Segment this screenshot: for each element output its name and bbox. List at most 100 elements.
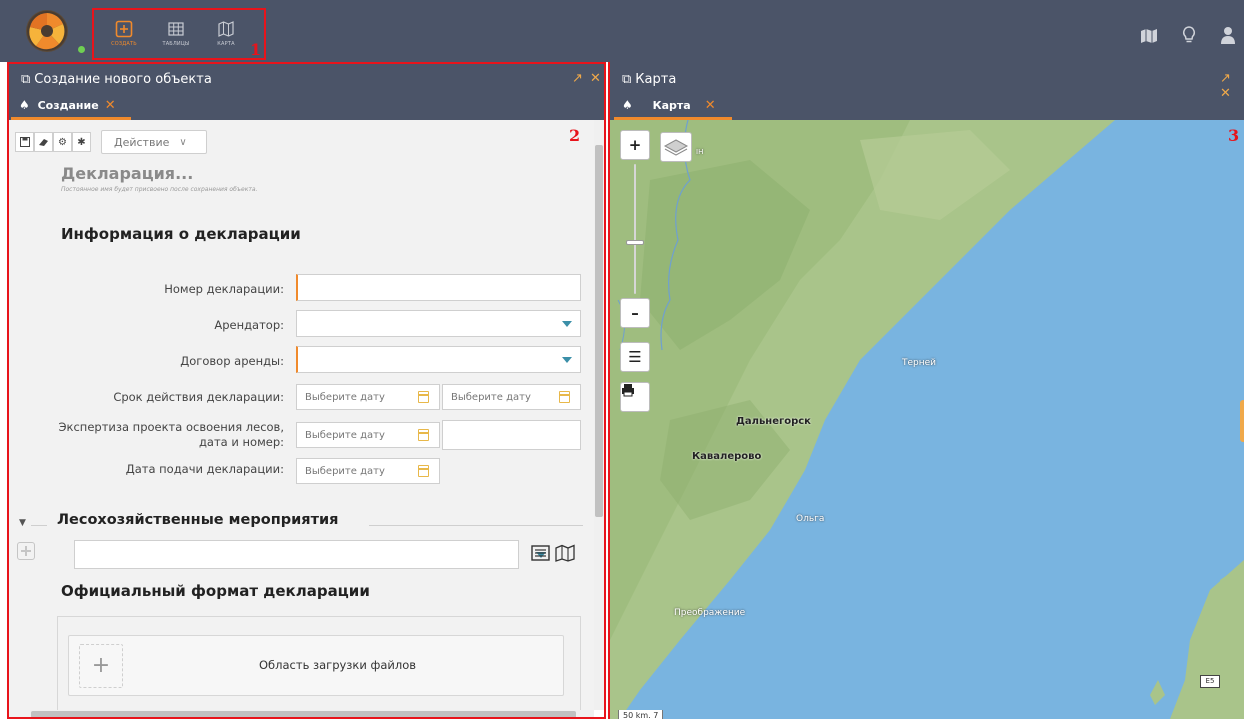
calendar-icon[interactable]: [418, 391, 429, 403]
print-button[interactable]: [620, 382, 650, 412]
map-book-icon[interactable]: [1140, 28, 1158, 44]
nav-map-label: КАРТА: [217, 41, 235, 47]
table-icon: [168, 22, 184, 36]
date-placeholder: Выберите дату: [451, 392, 531, 403]
section-official-format: Официальный формат декларации: [61, 582, 370, 600]
nav-tables-label: ТАБЛИЦЫ: [162, 41, 190, 47]
expertise-label: Экспертиза проекта освоения лесов, дата …: [29, 420, 285, 450]
collapse-toggle-icon[interactable]: ▼: [19, 518, 26, 528]
menu-icon: ☰: [628, 348, 642, 366]
calendar-icon[interactable]: [559, 391, 570, 403]
map-scale: 50 km. 7: [618, 710, 664, 719]
tab-map[interactable]: ♠ Карта ✕: [614, 94, 732, 120]
tab-create-label: Создание: [37, 99, 99, 112]
calendar-icon[interactable]: [418, 429, 429, 441]
plus-square-icon: [115, 20, 133, 38]
add-activity-button[interactable]: [17, 542, 35, 560]
tenant-select[interactable]: [296, 310, 581, 337]
logo-icon: [27, 11, 67, 51]
expand-icon[interactable]: ↗: [1220, 71, 1231, 86]
scrollbar-thumb[interactable]: [595, 145, 603, 517]
close-icon[interactable]: ✕: [1220, 86, 1231, 101]
zoom-slider-handle[interactable]: [626, 240, 644, 245]
right-panel-controls: ↗ ✕: [1220, 71, 1244, 101]
eraser-icon: [39, 139, 48, 146]
gears-icon: ⚙: [58, 136, 67, 148]
fieldset-line: [31, 525, 47, 526]
tab-group-icon: ♠: [19, 98, 30, 112]
date-placeholder: Выберите дату: [305, 430, 385, 441]
close-icon[interactable]: ✕: [590, 71, 601, 86]
validity-end-date[interactable]: Выберите дату: [442, 384, 581, 410]
lease-label: Договор аренды:: [180, 354, 284, 368]
file-dropzone[interactable]: + Область загрузки файлов: [68, 635, 564, 696]
expertise-label-line1: Экспертиза проекта освоения лесов,: [58, 420, 285, 434]
layers-button[interactable]: [660, 132, 692, 162]
advanced-settings-button[interactable]: ⚙: [53, 132, 72, 152]
window-icon: ⧉: [21, 72, 31, 87]
form-toolbar: ⚙ ✱ Действие ∨: [15, 130, 207, 154]
save-button[interactable]: [15, 132, 34, 152]
zoom-in-button[interactable]: +: [620, 130, 650, 160]
nav-map[interactable]: КАРТА: [200, 20, 252, 47]
expertise-number-input[interactable]: [442, 420, 581, 450]
user-icon[interactable]: [1220, 26, 1236, 44]
vertical-scrollbar[interactable]: [594, 120, 604, 710]
dropdown-arrow-icon: [562, 357, 572, 363]
scrollbar-thumb[interactable]: [31, 711, 576, 718]
section-forest-activities: Лесохозяйственные мероприятия: [53, 512, 343, 528]
upload-plus-icon[interactable]: +: [79, 644, 123, 688]
left-panel-header: ⧉ Создание нового объекта ↗ ✕ ♠ Создание ✕: [7, 62, 606, 120]
city-olga: Ольга: [796, 514, 825, 524]
tab-close-icon[interactable]: ✕: [705, 98, 716, 113]
horizontal-scrollbar[interactable]: [9, 710, 594, 719]
upload-container: + Область загрузки файлов: [57, 616, 581, 710]
declaration-number-input[interactable]: [296, 274, 581, 301]
map-terrain: [610, 120, 1244, 719]
submit-date[interactable]: Выберите дату: [296, 458, 440, 484]
legend-button[interactable]: ☰: [620, 342, 650, 372]
expertise-label-line2: дата и номер:: [198, 435, 284, 449]
main-nav: СОЗДАТЬ ТАБЛИЦЫ КАРТА 1: [92, 8, 266, 60]
nav-tables[interactable]: ТАБЛИЦЫ: [150, 20, 202, 47]
tab-create[interactable]: ♠ Создание ✕: [11, 94, 131, 120]
print-icon: [622, 384, 634, 397]
nav-create[interactable]: СОЗДАТЬ: [98, 20, 150, 47]
map-view-icon[interactable]: [555, 544, 575, 562]
annotation-marker-1: 1: [250, 40, 262, 59]
lease-contract-select[interactable]: [296, 346, 581, 373]
map-view[interactable]: + – ☰ 3 ІН Терней Дальнегорск Кавалерово…: [610, 120, 1244, 719]
annotation-marker-2: 2: [569, 126, 581, 145]
right-panel-title: ⧉ Карта: [622, 72, 676, 87]
date-placeholder: Выберите дату: [305, 392, 385, 403]
city-terney: Терней: [902, 358, 937, 368]
app-logo[interactable]: [26, 10, 68, 52]
expand-icon[interactable]: ↗: [572, 71, 583, 86]
expertise-date[interactable]: Выберите дату: [296, 422, 440, 448]
table-view-icon[interactable]: [531, 544, 551, 562]
zoom-slider[interactable]: [626, 164, 644, 294]
calendar-icon[interactable]: [418, 465, 429, 477]
settings-button[interactable]: ✱: [72, 132, 91, 152]
forest-activity-select[interactable]: [74, 540, 546, 569]
chevron-down-icon: ∨: [179, 136, 187, 148]
validity-start-date[interactable]: Выберите дату: [296, 384, 440, 410]
tab-map-label: Карта: [652, 99, 691, 112]
side-panel-handle[interactable]: [1240, 400, 1244, 442]
top-bar: СОЗДАТЬ ТАБЛИЦЫ КАРТА 1: [0, 0, 1244, 62]
tenant-label: Арендатор:: [214, 318, 284, 332]
clear-button[interactable]: [34, 132, 53, 152]
left-panel-title-text: Создание нового объекта: [34, 72, 212, 87]
road-sign: E5: [1200, 675, 1220, 688]
tab-close-icon[interactable]: ✕: [105, 98, 116, 113]
zoom-slider-track: [634, 164, 636, 294]
lightbulb-icon[interactable]: [1182, 26, 1196, 44]
city-kavalerovo: Кавалерово: [692, 451, 762, 462]
create-form: ⚙ ✱ Действие ∨ 2 Декларация... Постоянно…: [9, 120, 594, 710]
left-panel-controls: ↗ ✕: [572, 71, 601, 86]
city-dalnegorsk: Дальнегорск: [736, 416, 811, 427]
tab-group-icon: ♠: [622, 98, 633, 112]
action-dropdown[interactable]: Действие ∨: [101, 130, 207, 154]
zoom-out-button[interactable]: –: [620, 298, 650, 328]
date-placeholder: Выберите дату: [305, 466, 385, 477]
